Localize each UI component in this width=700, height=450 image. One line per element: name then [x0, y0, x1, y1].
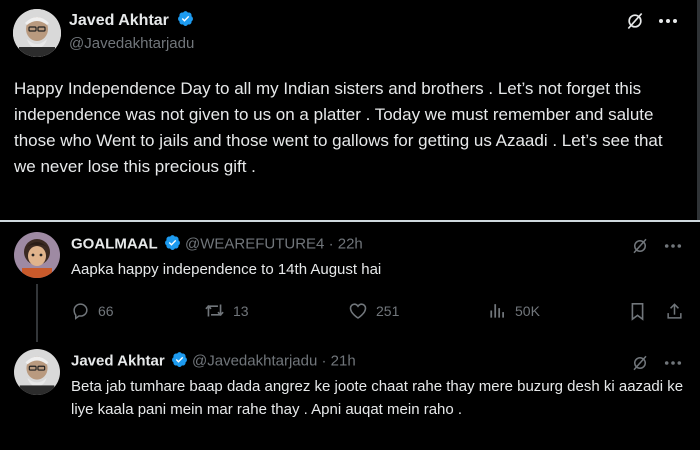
- main-tweet-avatar[interactable]: [13, 9, 61, 57]
- reply-1-text: Aapka happy independence to 14th August …: [71, 261, 382, 278]
- main-tweet-text: Happy Independence Day to all my Indian …: [14, 79, 663, 176]
- main-tweet-author-name[interactable]: Javed Akhtar: [69, 10, 194, 32]
- repost-button[interactable]: 13: [204, 301, 249, 320]
- repost-icon: [204, 301, 225, 320]
- like-button[interactable]: 251: [348, 301, 399, 320]
- more-icon[interactable]: [656, 10, 680, 32]
- share-icon[interactable]: [664, 301, 684, 321]
- reply-2-avatar[interactable]: [14, 349, 60, 395]
- reply-2-time[interactable]: 21h: [331, 352, 356, 369]
- more-icon[interactable]: [662, 236, 684, 256]
- reply-2-text: Beta jab tumhare baap dada angrez ke joo…: [71, 378, 684, 418]
- reply-1-header: GOALMAAL @WEAREFUTURE4 · 22h: [71, 234, 363, 255]
- like-count: 251: [376, 302, 400, 319]
- author-name-text: Javed Akhtar: [69, 12, 169, 30]
- thread-line: [36, 284, 38, 342]
- grok-icon[interactable]: [630, 236, 650, 256]
- verified-icon: [171, 351, 188, 372]
- more-icon[interactable]: [662, 353, 684, 373]
- heart-icon: [348, 301, 368, 320]
- reply-1-avatar[interactable]: [14, 232, 60, 278]
- views-count: 50K: [515, 302, 540, 319]
- reply-2-header: Javed Akhtar @Javedakhtarjadu · 21h: [71, 351, 356, 372]
- separator-dot: ·: [321, 352, 327, 370]
- views-button[interactable]: 50K: [488, 301, 540, 320]
- reply-button[interactable]: 66: [71, 301, 114, 320]
- reply-2-handle[interactable]: @Javedakhtarjadu: [192, 352, 317, 369]
- verified-icon: [164, 234, 181, 255]
- repost-count: 13: [233, 302, 249, 319]
- grok-icon[interactable]: [624, 10, 646, 32]
- separator-dot: ·: [328, 235, 334, 253]
- reply-1-handle[interactable]: @WEAREFUTURE4: [185, 235, 324, 252]
- bookmark-icon[interactable]: [627, 301, 647, 321]
- reply-icon: [71, 301, 90, 320]
- reply-count: 66: [98, 302, 114, 319]
- reply-1-time[interactable]: 22h: [338, 235, 363, 252]
- reply-1-author-name[interactable]: GOALMAAL: [71, 235, 158, 252]
- views-icon: [488, 301, 507, 320]
- verified-icon: [177, 10, 194, 32]
- reply-2-author-name[interactable]: Javed Akhtar: [71, 352, 165, 369]
- main-tweet-handle[interactable]: @Javedakhtarjadu: [69, 35, 194, 52]
- divider: [0, 220, 700, 222]
- grok-icon[interactable]: [630, 353, 650, 373]
